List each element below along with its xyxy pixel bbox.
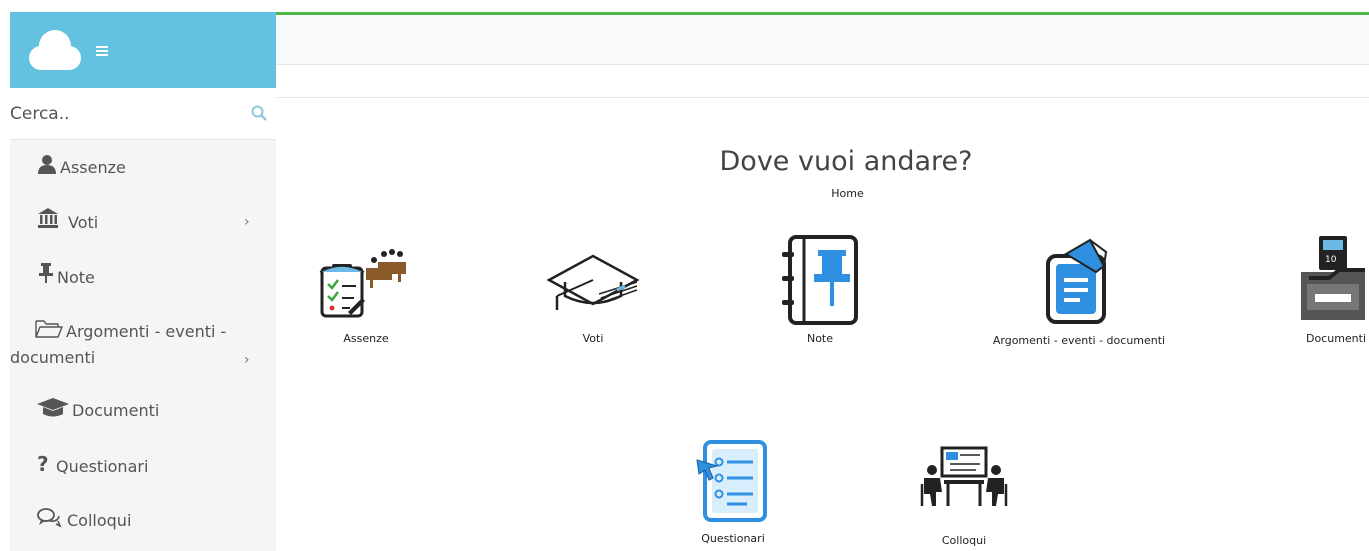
app-window: Cerca.. Assenze Voti › Note Argomenti - … — [0, 0, 1369, 551]
tile-label: Colloqui — [941, 534, 987, 547]
tile-label: Assenze — [343, 332, 389, 345]
tile-voti[interactable]: Voti — [545, 250, 641, 346]
chat-icon — [37, 508, 62, 528]
document-tray-icon: 10 — [1301, 236, 1365, 320]
meeting-icon — [920, 446, 1008, 506]
top-navbar — [276, 15, 1369, 65]
tile-label: Voti — [582, 332, 604, 345]
user-icon — [38, 155, 56, 174]
tile-label: Note — [806, 332, 834, 345]
page-title: Dove vuoi andare? — [719, 146, 973, 177]
tile-argomenti[interactable]: Argomenti - eventi - documenti — [993, 236, 1165, 347]
sub-navbar — [276, 65, 1369, 98]
sidebar-item-colloqui[interactable]: Colloqui — [10, 508, 276, 541]
notebook-pin-icon — [782, 235, 858, 325]
sidebar-item-label: Documenti — [72, 401, 160, 420]
tile-questionari[interactable]: Questionari — [695, 438, 771, 548]
sidebar-item-label: Argomenti - eventi - — [66, 322, 227, 341]
sidebar-item-voti[interactable]: Voti › — [10, 208, 276, 243]
sidebar-item-label: Note — [57, 268, 95, 287]
hamburger-menu-icon[interactable] — [96, 46, 108, 56]
chevron-right-icon: › — [244, 214, 250, 230]
tile-label: Questionari — [701, 532, 765, 545]
sidebar-item-label-line2: documenti — [10, 348, 96, 367]
survey-form-icon — [696, 440, 767, 522]
search-icon[interactable] — [250, 104, 268, 122]
event-clipboard-icon — [1046, 238, 1108, 324]
folder-open-icon — [35, 320, 63, 338]
sidebar-item-documenti[interactable]: Documenti — [10, 398, 276, 431]
sidebar-item-label: Assenze — [60, 158, 126, 177]
sidebar-item-questionari[interactable]: ? Questionari — [10, 452, 276, 487]
pin-icon — [39, 263, 53, 283]
chevron-right-icon: › — [244, 352, 250, 368]
tile-documenti[interactable]: 10 Documenti — [1299, 234, 1369, 345]
tile-label: Documenti — [1305, 332, 1367, 345]
bank-icon — [38, 208, 58, 228]
sidebar-item-assenze[interactable]: Assenze — [10, 155, 276, 188]
tile-assenze[interactable]: Assenze — [318, 246, 414, 346]
search-input[interactable]: Cerca.. — [10, 104, 70, 124]
sidebar-item-label: Colloqui — [67, 511, 132, 530]
tile-label: Argomenti - eventi - documenti — [992, 334, 1166, 347]
sidebar-item-argomenti[interactable]: Argomenti - eventi - documenti › — [10, 320, 276, 372]
svg-text:10: 10 — [1325, 255, 1337, 265]
search-box[interactable]: Cerca.. — [10, 88, 276, 140]
sidebar-header — [10, 12, 276, 88]
graduation-cap-icon — [37, 398, 69, 417]
tile-note[interactable]: Note — [780, 234, 860, 345]
sidebar-item-label: Voti — [68, 213, 99, 232]
sidebar-item-label: Questionari — [56, 457, 149, 476]
question-icon: ? — [37, 452, 49, 476]
tile-colloqui[interactable]: Colloqui — [918, 444, 1010, 548]
attendance-clipboard-icon — [319, 249, 406, 318]
graduation-cap-books-icon — [546, 254, 640, 310]
breadcrumb[interactable]: Home — [820, 187, 875, 200]
cloud-logo-icon[interactable] — [25, 26, 85, 78]
sidebar-item-note[interactable]: Note — [10, 263, 276, 298]
